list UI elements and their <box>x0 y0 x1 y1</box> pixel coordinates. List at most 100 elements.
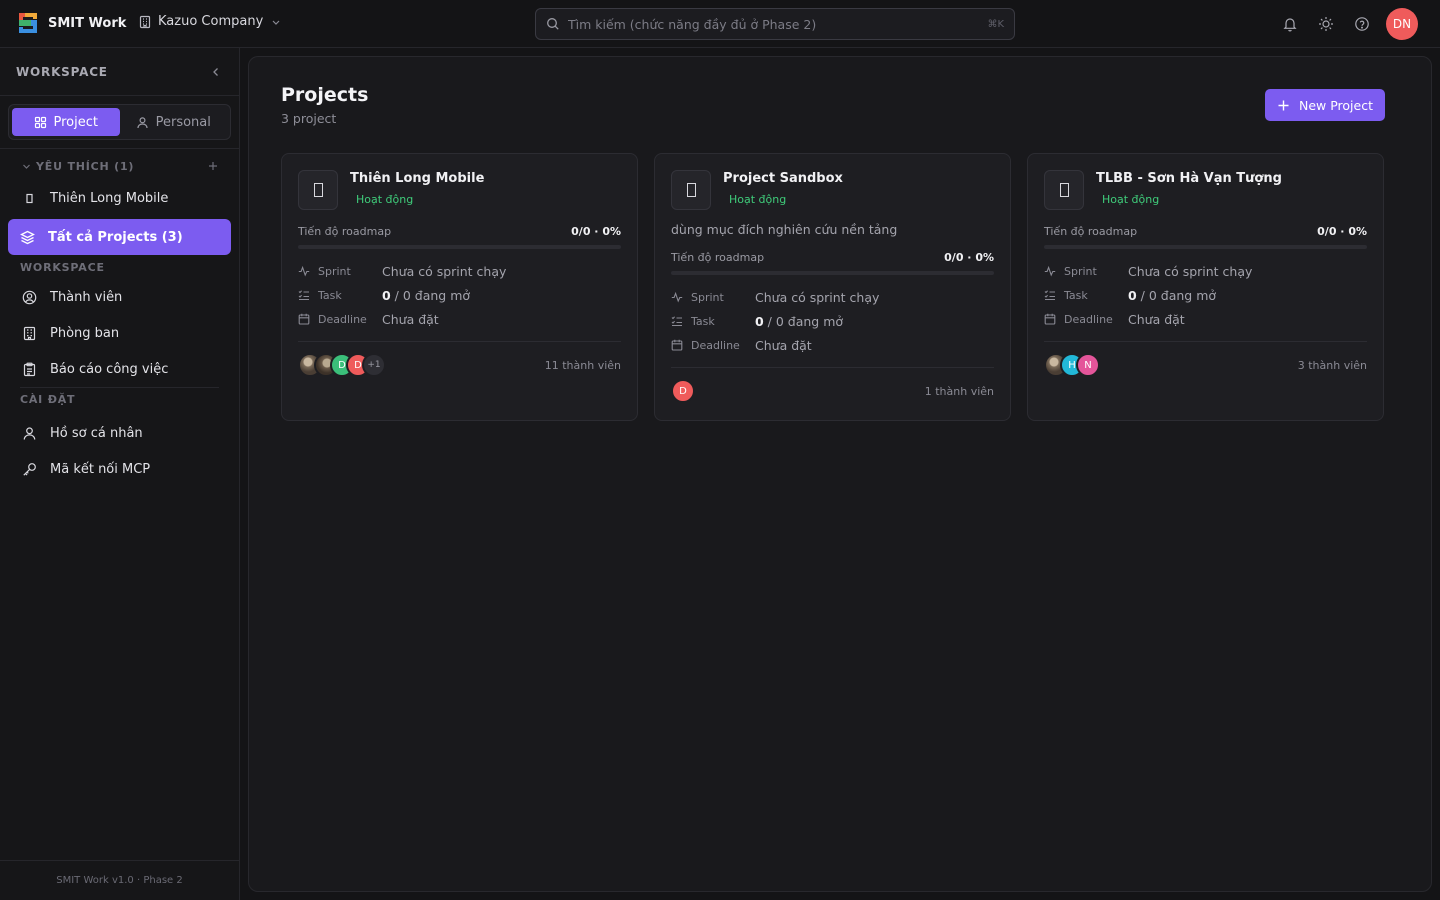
sprint-label: Sprint <box>318 264 351 278</box>
sun-icon <box>1319 17 1333 31</box>
member-count: 3 thành viên <box>1297 358 1367 372</box>
deadline-label: Deadline <box>318 312 367 326</box>
card-footer: H N 3 thành viên <box>1044 353 1367 377</box>
search-input[interactable] <box>568 16 988 32</box>
top-actions: DN <box>1272 8 1418 40</box>
project-icon <box>671 170 711 210</box>
sidebar-item-profile[interactable]: Hồ sơ cá nhân <box>0 415 239 451</box>
sidebar-item-departments[interactable]: Phòng ban <box>0 315 239 351</box>
deadline-label: Deadline <box>691 338 740 352</box>
sidebar-item-mcp-key[interactable]: Mã kết nối MCP <box>0 451 239 487</box>
tab-personal[interactable]: Personal <box>120 108 228 136</box>
sidebar: WORKSPACE Project Personal YÊU THÍCH (1) <box>0 48 240 900</box>
new-project-button[interactable]: New Project <box>1264 89 1385 121</box>
section-workspace: WORKSPACE <box>20 260 105 274</box>
progress-bar <box>671 271 994 275</box>
project-meta: Sprint Chưa có sprint chạy Task 0 / 0 đa… <box>1044 259 1367 331</box>
progress-bar <box>298 245 621 249</box>
task-row: Task 0 / 0 đang mở <box>1044 283 1367 307</box>
project-description: dùng mục đích nghiên cứu nền tảng <box>671 222 898 237</box>
project-meta: Sprint Chưa có sprint chạy Task 0 / 0 đa… <box>298 259 621 331</box>
collapse-sidebar-button[interactable] <box>209 65 223 79</box>
avatar: N <box>1076 353 1100 377</box>
sprint-row: Sprint Chưa có sprint chạy <box>1044 259 1367 283</box>
page-subtitle: 3 project <box>281 111 337 126</box>
workspace-header: WORKSPACE <box>0 48 239 96</box>
project-icon <box>1044 170 1084 210</box>
sidebar-item-label: Thiên Long Mobile <box>50 190 169 206</box>
divider <box>671 367 994 368</box>
divider <box>298 341 621 342</box>
calendar-icon <box>1044 313 1056 325</box>
chevron-left-icon <box>213 67 218 76</box>
member-count: 11 thành viên <box>544 358 621 372</box>
deadline-row: Deadline Chưa đặt <box>1044 307 1367 331</box>
favorites-header[interactable]: YÊU THÍCH (1) <box>0 149 239 183</box>
deadline-value: Chưa đặt <box>755 337 812 353</box>
avatar-overflow: +1 <box>362 353 386 377</box>
user-icon <box>137 116 148 128</box>
project-icon <box>26 193 33 203</box>
progress-label: Tiến độ roadmap <box>671 251 765 264</box>
project-card[interactable]: TLBB - Sơn Hà Vạn Tượng Hoạt động Tiến đ… <box>1027 153 1384 421</box>
task-label: Task <box>318 288 342 302</box>
sprint-row: Sprint Chưa có sprint chạy <box>298 259 621 283</box>
brand[interactable]: SMIT Work <box>19 13 126 33</box>
status-badge: Hoạt động <box>356 193 414 206</box>
project-name[interactable]: Thiên Long Mobile <box>350 171 484 186</box>
project-name[interactable]: Project Sandbox <box>723 171 843 186</box>
top-bar: SMIT Work Kazuo Company ⌘K <box>0 0 1440 48</box>
list-checks-icon <box>298 290 309 301</box>
avatar: D <box>671 379 695 403</box>
progress-row: Tiến độ roadmap 0/0 · 0% <box>298 225 621 238</box>
brand-name: SMIT Work <box>48 15 127 31</box>
theme-toggle-button[interactable] <box>1308 8 1344 40</box>
sprint-label: Sprint <box>691 290 724 304</box>
page-title: Projects <box>281 84 369 106</box>
sidebar-item-members[interactable]: Thành viên <box>0 279 239 315</box>
help-button[interactable] <box>1344 8 1380 40</box>
sidebar-item-thien-long-mobile[interactable]: Thiên Long Mobile <box>0 183 239 213</box>
project-card[interactable]: Thiên Long Mobile Hoạt động Tiến độ road… <box>281 153 638 421</box>
add-favorite-button[interactable] <box>207 160 219 172</box>
activity-icon <box>1044 265 1056 277</box>
project-card[interactable]: Project Sandbox Hoạt động dùng mục đích … <box>654 153 1011 421</box>
help-icon <box>1355 17 1369 31</box>
activity-icon <box>671 291 683 303</box>
progress-row: Tiến độ roadmap 0/0 · 0% <box>1044 225 1367 238</box>
tab-project[interactable]: Project <box>12 108 120 136</box>
project-meta: Sprint Chưa có sprint chạy Task 0 / 0 đa… <box>671 285 994 357</box>
grid-icon <box>34 116 46 128</box>
project-name[interactable]: TLBB - Sơn Hà Vạn Tượng <box>1096 171 1282 186</box>
progress-label: Tiến độ roadmap <box>1044 225 1138 238</box>
company-switcher[interactable]: Kazuo Company <box>138 14 281 29</box>
user-avatar[interactable]: DN <box>1386 8 1418 40</box>
sidebar-item-label: Phòng ban <box>50 325 120 341</box>
deadline-row: Deadline Chưa đặt <box>671 333 994 357</box>
progress-label: Tiến độ roadmap <box>298 225 392 238</box>
plus-icon <box>209 162 217 170</box>
chevron-down-icon <box>22 162 31 171</box>
favorites-label: YÊU THÍCH (1) <box>36 159 135 173</box>
notifications-button[interactable] <box>1272 8 1308 40</box>
deadline-row: Deadline Chưa đặt <box>298 307 621 331</box>
clipboard-icon <box>23 362 36 376</box>
bell-icon <box>1283 18 1297 32</box>
sidebar-footer: SMIT Work v1.0 · Phase 2 <box>0 860 239 900</box>
activity-icon <box>298 265 310 277</box>
sidebar-item-label: Thành viên <box>50 289 123 305</box>
company-name: Kazuo Company <box>158 14 264 29</box>
list-checks-icon <box>1044 290 1055 301</box>
search-bar[interactable]: ⌘K <box>535 8 1015 40</box>
building-icon <box>23 326 36 340</box>
sidebar-item-work-reports[interactable]: Báo cáo công việc <box>0 351 239 387</box>
status-badge: Hoạt động <box>1102 193 1160 206</box>
workspace-mode-switch: Project Personal <box>8 104 231 140</box>
sidebar-item-all-projects[interactable]: Tất cả Projects (3) <box>8 219 231 255</box>
user-circle-icon <box>22 290 37 304</box>
main-panel: Projects 3 project New Project Thiên Lon… <box>248 56 1432 892</box>
task-count: 0 <box>755 313 764 329</box>
member-avatars: D D +1 <box>298 353 545 377</box>
sprint-value: Chưa có sprint chạy <box>755 289 880 305</box>
list-checks-icon <box>671 316 682 327</box>
